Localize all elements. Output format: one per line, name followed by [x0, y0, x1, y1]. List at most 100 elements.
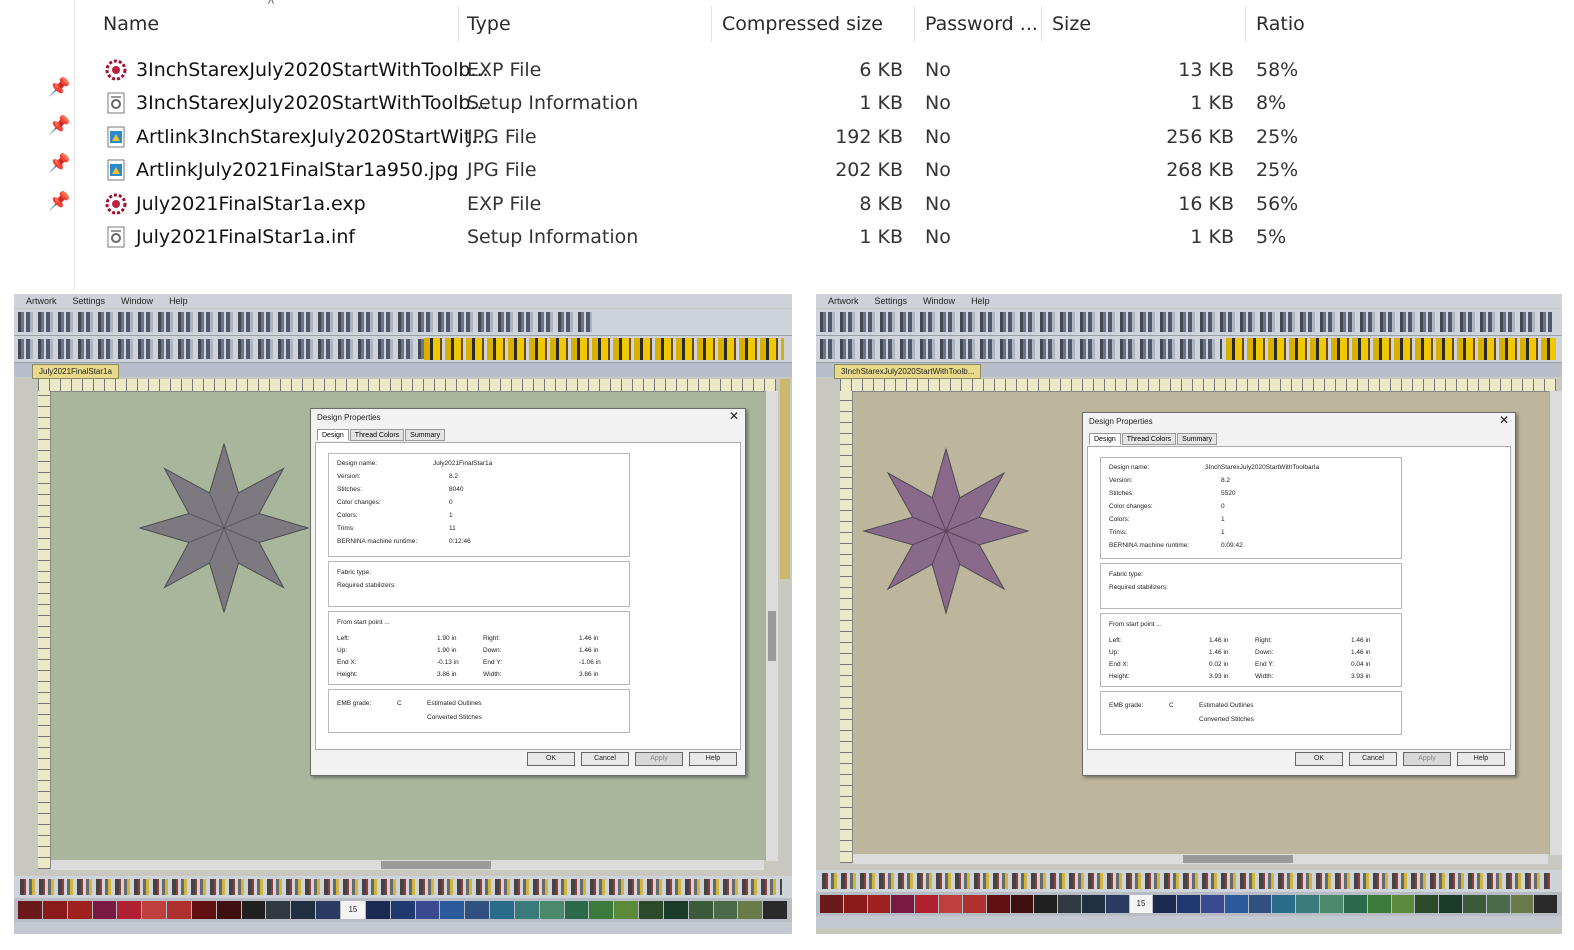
vertical-scrollbar[interactable]	[765, 391, 778, 861]
menu-item-artwork[interactable]: Artwork	[828, 296, 859, 306]
file-row[interactable]: 3InchStarexJuly2020StartWithToolb... Setu…	[100, 87, 1420, 119]
palette-color-swatch[interactable]	[42, 901, 67, 919]
palette-color-swatch[interactable]	[663, 901, 688, 919]
palette-color-swatch[interactable]	[167, 901, 191, 919]
help-button[interactable]: Help	[1457, 752, 1505, 766]
palette-color-swatch[interactable]	[539, 901, 564, 919]
palette-color-swatch[interactable]	[266, 901, 291, 919]
palette-color-swatch[interactable]	[564, 901, 589, 919]
palette-color-swatch[interactable]	[939, 895, 962, 913]
ok-button[interactable]: OK	[1295, 752, 1343, 766]
help-button[interactable]: Help	[689, 752, 737, 766]
palette-color-swatch[interactable]	[92, 901, 117, 919]
tab-design[interactable]: Design	[1089, 433, 1121, 445]
apply-button[interactable]: Apply	[1403, 752, 1451, 766]
palette-color-swatch[interactable]	[688, 901, 713, 919]
palette-color-swatch[interactable]	[1415, 895, 1439, 913]
palette-color-swatch[interactable]	[1058, 895, 1081, 913]
cancel-button[interactable]: Cancel	[581, 752, 629, 766]
standard-toolbar[interactable]	[14, 309, 792, 336]
palette-color-swatch[interactable]	[1272, 895, 1296, 913]
menu-item-artwork[interactable]: Artwork	[26, 296, 57, 306]
docker-side-tabs[interactable]	[780, 379, 790, 579]
horizontal-scrollbar[interactable]	[853, 854, 1548, 864]
palette-color-swatch[interactable]	[820, 895, 843, 913]
close-icon[interactable]: ✕	[1499, 413, 1509, 427]
color-palette[interactable]: 15	[14, 898, 792, 922]
palette-color-swatch[interactable]	[1010, 895, 1034, 913]
menu-item-window[interactable]: Window	[923, 296, 955, 306]
palette-color-swatch[interactable]	[241, 901, 266, 919]
file-row[interactable]: 3InchStarexJuly2020StartWithToolb... EXP …	[100, 54, 1420, 86]
file-row[interactable]: ArtlinkJuly2021FinalStar1a950.jpg JPG Fil…	[100, 154, 1420, 186]
standard-toolbar[interactable]	[816, 309, 1562, 336]
menu-item-window[interactable]: Window	[121, 296, 153, 306]
column-divider[interactable]	[458, 6, 459, 42]
palette-color-swatch[interactable]	[589, 901, 614, 919]
tab-summary[interactable]: Summary	[405, 429, 446, 441]
column-header-name[interactable]: Name	[103, 8, 159, 40]
cancel-button[interactable]: Cancel	[1349, 752, 1397, 766]
pin-icon[interactable]: 📌	[48, 77, 70, 97]
palette-color-swatch[interactable]	[415, 901, 440, 919]
file-row[interactable]: July2021FinalStar1a.exp EXP File 8 KB No 16 …	[100, 188, 1420, 220]
palette-color-swatch[interactable]	[1486, 895, 1510, 913]
palette-color-swatch[interactable]	[639, 901, 663, 919]
palette-color-swatch[interactable]	[843, 895, 867, 913]
ok-button[interactable]: OK	[527, 752, 575, 766]
palette-color-swatch[interactable]	[713, 901, 738, 919]
horizontal-scrollbar[interactable]	[51, 860, 764, 870]
properties-toolbar[interactable]	[816, 336, 1562, 363]
palette-color-swatch[interactable]	[191, 901, 216, 919]
palette-color-swatch[interactable]	[1510, 895, 1534, 913]
document-tab[interactable]: July2021FinalStar1a	[32, 364, 119, 379]
pin-icon[interactable]: 📌	[48, 191, 70, 211]
palette-color-swatch[interactable]	[738, 901, 763, 919]
palette-color-swatch[interactable]	[1296, 895, 1320, 913]
column-header-compressed-size[interactable]: Compressed size	[722, 8, 883, 40]
menu-item-settings[interactable]: Settings	[73, 296, 106, 306]
tab-design[interactable]: Design	[317, 429, 349, 441]
pin-icon[interactable]: 📌	[48, 153, 70, 173]
palette-color-swatch[interactable]	[1034, 895, 1058, 913]
palette-color-swatch[interactable]: 15	[340, 901, 365, 919]
palette-color-swatch[interactable]	[440, 901, 465, 919]
column-header-password[interactable]: Password ...	[925, 8, 1038, 40]
close-icon[interactable]: ✕	[729, 409, 739, 423]
palette-color-swatch[interactable]	[1081, 895, 1105, 913]
palette-color-swatch[interactable]	[514, 901, 539, 919]
palette-color-swatch[interactable]	[142, 901, 167, 919]
palette-color-swatch[interactable]	[1343, 895, 1367, 913]
color-palette[interactable]: 15	[816, 892, 1562, 916]
tab-thread-colors[interactable]: Thread Colors	[1121, 433, 1177, 445]
column-header-type[interactable]: Type	[467, 8, 511, 40]
palette-color-swatch[interactable]	[365, 901, 390, 919]
palette-color-swatch[interactable]	[216, 901, 241, 919]
menu-item-settings[interactable]: Settings	[875, 296, 908, 306]
apply-button[interactable]: Apply	[635, 752, 683, 766]
stitch-types-toolbar[interactable]	[816, 870, 1562, 892]
palette-color-swatch[interactable]	[891, 895, 915, 913]
palette-color-swatch[interactable]	[962, 895, 986, 913]
palette-color-swatch[interactable]	[1320, 895, 1343, 913]
tab-summary[interactable]: Summary	[1177, 433, 1218, 445]
tab-thread-colors[interactable]: Thread Colors	[349, 429, 405, 441]
palette-color-swatch[interactable]	[465, 901, 490, 919]
palette-color-swatch[interactable]	[1391, 895, 1415, 913]
palette-color-swatch[interactable]	[867, 895, 891, 913]
column-header-size[interactable]: Size	[1052, 8, 1091, 40]
file-row[interactable]: Artlink3InchStarexJuly2020StartWit... JPG…	[100, 121, 1420, 153]
palette-color-swatch[interactable]: 15	[1129, 895, 1153, 913]
column-header-ratio[interactable]: Ratio	[1256, 8, 1305, 40]
palette-color-swatch[interactable]	[1201, 895, 1224, 913]
palette-color-swatch[interactable]	[67, 901, 92, 919]
palette-color-swatch[interactable]	[1153, 895, 1177, 913]
vertical-scrollbar[interactable]	[1549, 391, 1562, 855]
palette-color-swatch[interactable]	[1439, 895, 1462, 913]
document-tab[interactable]: 3InchStarexJuly2020StartWithToolb...	[834, 364, 982, 379]
palette-color-swatch[interactable]	[291, 901, 316, 919]
palette-color-swatch[interactable]	[1224, 895, 1248, 913]
menu-item-help[interactable]: Help	[169, 296, 188, 306]
column-divider[interactable]	[914, 6, 915, 42]
palette-color-swatch[interactable]	[614, 901, 639, 919]
